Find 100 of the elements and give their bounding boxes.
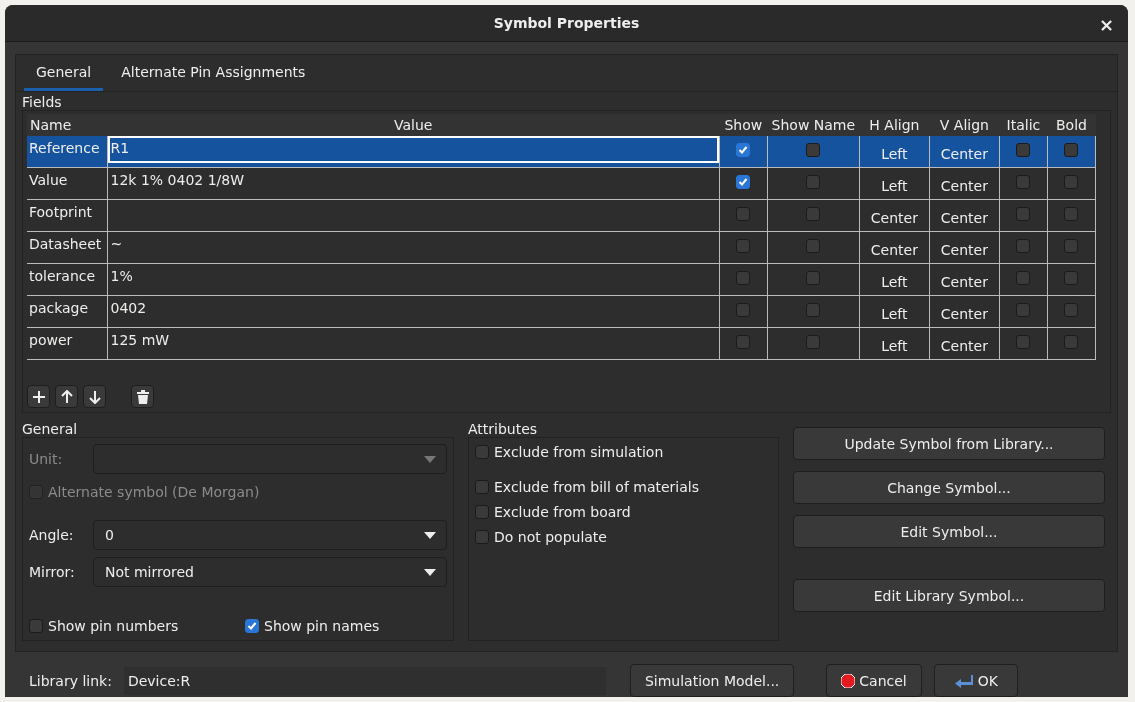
stop-icon (841, 673, 856, 688)
checkbox[interactable] (1064, 207, 1079, 221)
close-button[interactable]: × (1094, 14, 1118, 35)
checkbox[interactable] (736, 271, 751, 285)
arrow-up-icon (60, 389, 73, 404)
checkbox[interactable] (736, 239, 751, 253)
column-header: Bold (1047, 114, 1096, 136)
column-header: Italic (999, 114, 1048, 136)
checkbox[interactable] (1016, 271, 1031, 285)
table-cell: ~ (107, 231, 720, 264)
field-label: Unit: (29, 451, 64, 467)
column-header: Show (719, 114, 768, 136)
checkbox[interactable] (1016, 143, 1031, 157)
arrow-down-icon (88, 389, 101, 404)
checkbox-label: Exclude from simulation (494, 444, 664, 460)
table-cell: Footprint (27, 199, 108, 232)
checkbox[interactable] (1016, 335, 1031, 349)
column-header: H Align (859, 114, 930, 136)
table-cell: 125 mW (107, 327, 720, 360)
column-header: Value (107, 114, 720, 136)
checkbox[interactable] (475, 445, 489, 459)
table-cell: Left (859, 295, 930, 328)
library-link-label: Library link: (29, 672, 112, 689)
tool-button[interactable] (27, 385, 50, 408)
checkbox[interactable] (245, 619, 259, 633)
ok-button[interactable]: OK (933, 664, 1018, 697)
checkbox-label: Do not populate (494, 529, 607, 545)
table-cell: Center (929, 199, 1000, 232)
checkbox[interactable] (1016, 175, 1031, 189)
checkbox[interactable] (1064, 303, 1079, 317)
checkbox[interactable] (1016, 303, 1031, 317)
trash-icon (136, 389, 149, 404)
checkbox[interactable] (1016, 239, 1031, 253)
checkbox[interactable] (1064, 239, 1079, 253)
checkbox[interactable] (806, 207, 821, 221)
column-header: Show Name (767, 114, 860, 136)
table-cell: 12k 1% 0402 1/8W (107, 167, 720, 200)
checkbox[interactable] (475, 480, 489, 494)
table-cell: Center (929, 295, 1000, 328)
checkbox[interactable] (475, 530, 489, 544)
checkbox[interactable] (1064, 335, 1079, 349)
return-arrow-icon (953, 673, 974, 688)
table-cell: Center (859, 231, 930, 264)
unit-dropdown[interactable] (93, 444, 447, 474)
table-cell: Datasheet (27, 231, 108, 264)
cancel-button[interactable]: Cancel (826, 664, 922, 697)
mirror-dropdown[interactable]: Not mirrored (93, 557, 447, 587)
table-cell: Left (859, 263, 930, 296)
checkbox[interactable] (806, 239, 821, 253)
checkbox-label: Exclude from board (494, 504, 631, 520)
checkbox[interactable] (806, 143, 821, 157)
table-cell: Value (27, 167, 108, 200)
caret-icon (424, 531, 436, 539)
checkbox[interactable] (1064, 271, 1079, 285)
tool-button[interactable] (131, 385, 154, 408)
checkbox[interactable] (736, 335, 751, 349)
checkbox[interactable] (736, 175, 751, 189)
table-cell: Left (859, 136, 930, 168)
checkbox[interactable] (1016, 207, 1031, 221)
group-title: Attributes (468, 421, 539, 437)
checkbox[interactable] (1064, 175, 1079, 189)
action-button[interactable]: Update Symbol from Library... (793, 427, 1105, 460)
checkbox[interactable] (736, 143, 751, 157)
checkbox[interactable] (736, 303, 751, 317)
window-title: Symbol Properties (493, 15, 640, 31)
tool-button[interactable] (83, 385, 106, 408)
checkbox[interactable] (736, 207, 751, 221)
tab[interactable]: Alternate Pin Assignments (109, 55, 318, 91)
checkbox-label: Exclude from bill of materials (494, 479, 699, 495)
table-cell: Left (859, 167, 930, 200)
table-cell: Reference (27, 136, 108, 168)
table-cell: power (27, 327, 108, 360)
action-button[interactable]: Edit Symbol... (793, 515, 1105, 548)
checkbox-label: Show pin numbers (48, 618, 179, 634)
action-button[interactable]: Edit Library Symbol... (793, 579, 1105, 612)
checkbox[interactable] (806, 335, 821, 349)
checkbox[interactable] (806, 271, 821, 285)
plus-icon (31, 389, 46, 404)
table-cell: Center (929, 136, 1000, 168)
angle-dropdown[interactable]: 0 (93, 520, 447, 550)
simulation-model-button[interactable]: Simulation Model... (629, 664, 795, 697)
table-cell: Center (929, 327, 1000, 360)
table-cell: Center (929, 167, 1000, 200)
tab[interactable]: General (24, 55, 104, 91)
column-header: Name (27, 114, 108, 136)
table-cell: Center (929, 263, 1000, 296)
table-cell: 0402 (107, 295, 720, 328)
table-cell: 1% (107, 263, 720, 296)
action-button[interactable]: Change Symbol... (793, 471, 1105, 504)
group-title: General (22, 421, 79, 437)
checkbox[interactable] (806, 303, 821, 317)
caret-icon (424, 455, 436, 463)
checkbox[interactable] (1064, 143, 1079, 157)
checkbox[interactable] (806, 175, 821, 189)
tool-button[interactable] (55, 385, 78, 408)
checkbox[interactable] (475, 505, 489, 519)
checkbox[interactable] (29, 619, 43, 633)
column-header: V Align (929, 114, 1000, 136)
table-cell: Left (859, 327, 930, 360)
table-cell: Center (859, 199, 930, 232)
